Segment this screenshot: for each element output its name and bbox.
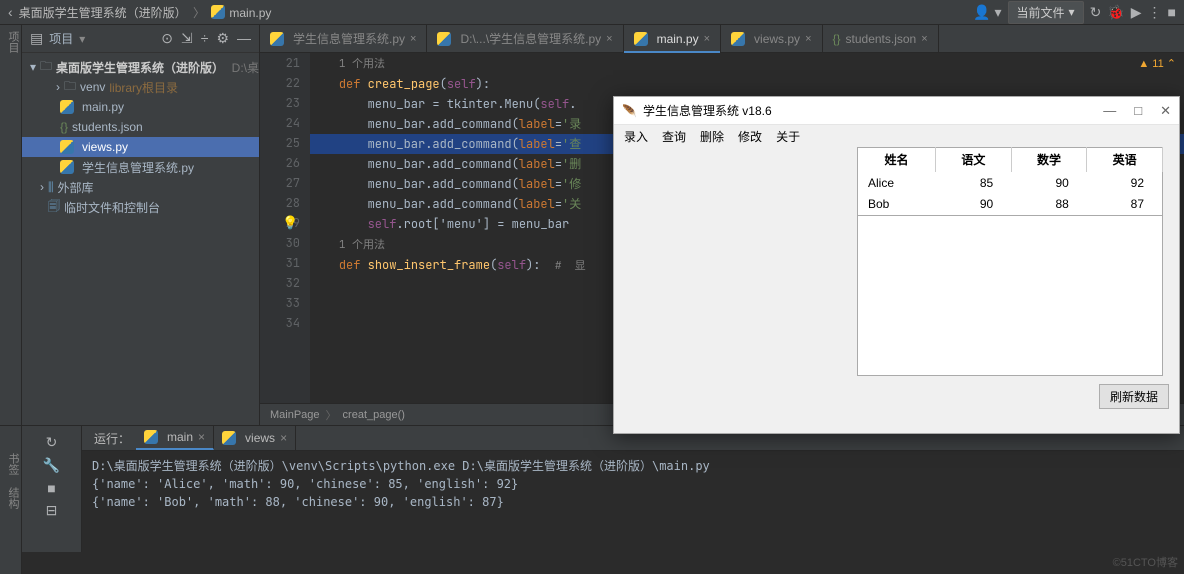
run-config-dropdown[interactable]: 当前文件 ▾ <box>1008 1 1084 24</box>
title-bar: ‹ 桌面版学生管理系统（进阶版） 〉 main.py 👤 ▾ 当前文件 ▾ ↻ … <box>0 0 1184 25</box>
stop-run-icon[interactable]: ■ <box>47 480 55 496</box>
user-icon[interactable]: 👤 ▾ <box>973 4 1001 21</box>
tk-menu-item[interactable]: 删除 <box>700 128 724 145</box>
tk-th: 语文 <box>936 148 1012 172</box>
editor-tab[interactable]: D:\...\学生信息管理系统.py× <box>427 25 623 52</box>
tk-menu-item[interactable]: 录入 <box>624 128 648 145</box>
tree-item[interactable]: views.py <box>22 137 259 157</box>
tk-titlebar[interactable]: 🪶 学生信息管理系统 v18.6 — □ ✕ <box>614 97 1179 125</box>
editor-tab[interactable]: 学生信息管理系统.py× <box>260 25 427 52</box>
tk-th: 数学 <box>1011 148 1087 172</box>
console-output[interactable]: D:\桌面版学生管理系统（进阶版）\venv\Scripts\python.ex… <box>82 451 1184 517</box>
tk-table[interactable]: 姓名语文数学英语 Alice859092Bob908887 <box>857 147 1163 216</box>
close-icon[interactable]: ✕ <box>1160 103 1171 119</box>
play-icon[interactable]: ▶ <box>1131 4 1142 21</box>
tk-title-text: 学生信息管理系统 v18.6 <box>643 102 772 119</box>
breadcrumb[interactable]: 桌面版学生管理系统（进阶版） 〉 main.py <box>19 4 272 21</box>
run-label: 运行： <box>88 426 136 450</box>
side-tab-project[interactable]: 项目 <box>0 25 22 425</box>
wrench-icon[interactable]: 🔧 <box>43 457 60 474</box>
run-icon[interactable]: ↻ <box>1090 4 1102 21</box>
tree-item[interactable]: main.py <box>22 97 259 117</box>
run-tab[interactable]: views× <box>214 426 296 450</box>
tk-menu-item[interactable]: 关于 <box>776 128 800 145</box>
rerun-icon[interactable]: ↻ <box>46 434 58 451</box>
watermark: ©51CTO博客 <box>1113 554 1178 570</box>
tk-window: 🪶 学生信息管理系统 v18.6 — □ ✕ 录入查询删除修改关于 姓名语文数学… <box>613 96 1180 434</box>
run-toolbar: ↻ 🔧 ■ ⊟ <box>22 426 82 552</box>
debug-icon[interactable]: 🐞 <box>1107 4 1124 21</box>
minimize-icon[interactable]: — <box>1103 103 1116 119</box>
tree-item[interactable]: ›🗀venv library根目录 <box>22 77 259 97</box>
tk-th: 姓名 <box>858 148 936 172</box>
refresh-button[interactable]: 刷新数据 <box>1099 384 1169 409</box>
bulb-icon[interactable]: 💡 <box>282 213 298 233</box>
more-icon[interactable]: ⋮ <box>1148 4 1162 21</box>
expand-icon[interactable]: ⇲ <box>181 30 193 47</box>
tree-root[interactable]: ▾🗀 桌面版学生管理系统（进阶版） D:\桌 <box>22 57 259 77</box>
run-tab[interactable]: main× <box>136 426 214 450</box>
back-icon[interactable]: ‹ <box>8 4 13 20</box>
editor-tab[interactable]: views.py× <box>721 25 822 52</box>
layout-icon[interactable]: ⊟ <box>46 502 58 519</box>
run-panel: 书签 结构 ↻ 🔧 ■ ⊟ 运行： main×views× D:\桌面版学生管理… <box>0 425 1184 552</box>
tk-menu-item[interactable]: 查询 <box>662 128 686 145</box>
project-panel: ▤ 项目 ▾ ⊙ ⇲ ÷ ⚙ — ▾🗀 桌面版学生管理系统（进阶版） D:\桌 … <box>22 25 260 425</box>
tk-row[interactable]: Bob908887 <box>858 194 1163 216</box>
tk-menubar[interactable]: 录入查询删除修改关于 <box>614 125 1179 147</box>
editor-tabs: 学生信息管理系统.py×D:\...\学生信息管理系统.py×main.py×v… <box>260 25 1184 53</box>
project-tree[interactable]: ▾🗀 桌面版学生管理系统（进阶版） D:\桌 ›🗀venv library根目录… <box>22 53 259 425</box>
collapse-icon[interactable]: ÷ <box>201 30 209 47</box>
target-icon[interactable]: ⊙ <box>161 30 173 47</box>
project-view-icon[interactable]: ▤ <box>30 30 43 47</box>
editor-tab[interactable]: main.py× <box>624 25 721 52</box>
hide-icon[interactable]: — <box>237 30 251 47</box>
gear-icon[interactable]: ⚙ <box>216 30 229 47</box>
project-title: 项目 <box>49 30 73 47</box>
tree-item[interactable]: 🗐临时文件和控制台 <box>22 197 259 217</box>
tk-th: 英语 <box>1087 148 1163 172</box>
tk-row[interactable]: Alice859092 <box>858 172 1163 194</box>
maximize-icon[interactable]: □ <box>1134 103 1142 119</box>
side-tab-bookmarks[interactable]: 书签 结构 <box>0 447 22 574</box>
python-icon <box>211 5 225 19</box>
stop-icon[interactable]: ■ <box>1168 4 1176 20</box>
editor-tab[interactable]: {}students.json× <box>823 25 939 52</box>
feather-icon: 🪶 <box>622 104 637 118</box>
tree-item[interactable]: ›⫼外部库 <box>22 177 259 197</box>
tree-item[interactable]: 学生信息管理系统.py <box>22 157 259 177</box>
tree-item[interactable]: {}students.json <box>22 117 259 137</box>
tk-menu-item[interactable]: 修改 <box>738 128 762 145</box>
